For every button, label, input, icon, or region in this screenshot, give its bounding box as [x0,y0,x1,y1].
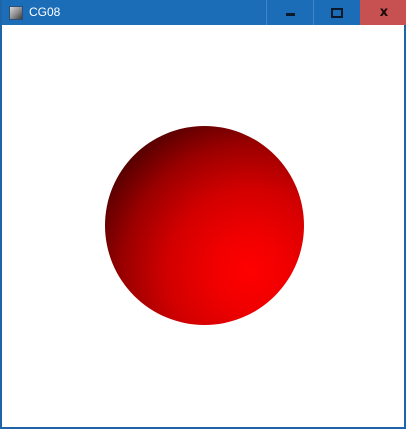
close-icon: x [379,5,389,20]
title-bar[interactable]: CG08 x [2,0,406,25]
render-viewport[interactable] [2,25,404,427]
maximize-icon [331,7,343,18]
close-button[interactable]: x [360,0,406,25]
shaded-sphere [105,126,304,325]
app-icon[interactable] [9,6,23,20]
minimize-icon [285,13,295,16]
maximize-button[interactable] [313,0,360,25]
minimize-button[interactable] [266,0,313,25]
app-window: CG08 x [0,0,406,429]
window-title: CG08 [29,5,61,19]
